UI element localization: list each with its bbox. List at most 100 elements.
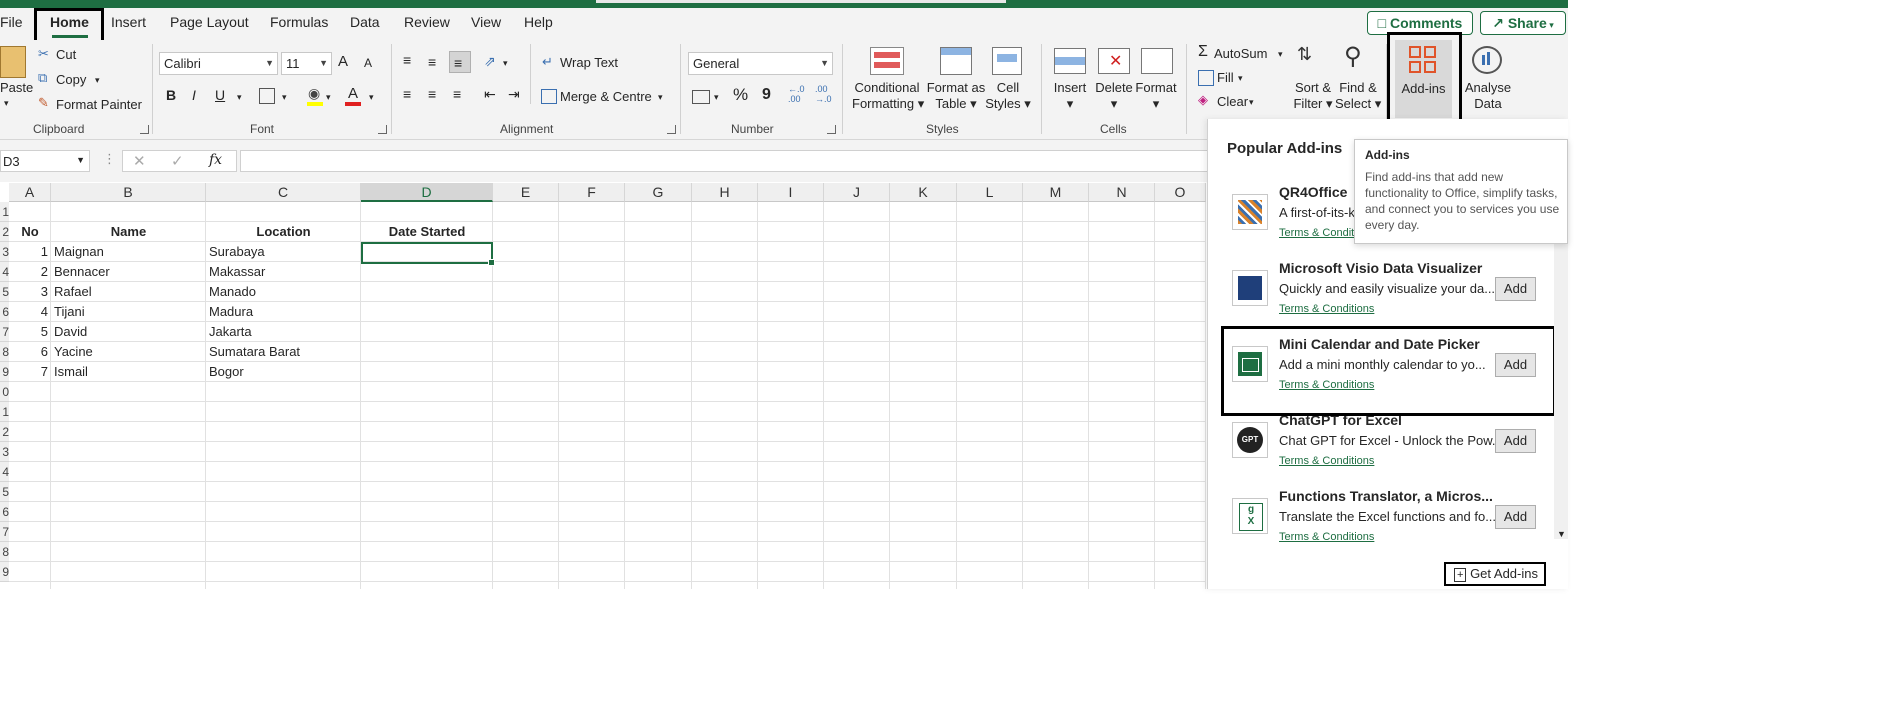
- cell-name[interactable]: Ismail: [54, 362, 203, 382]
- enter-icon[interactable]: ✓: [171, 152, 184, 170]
- decrease-indent-icon[interactable]: ⇤: [484, 86, 496, 103]
- cut-button[interactable]: Cut: [56, 47, 76, 62]
- align-middle-icon[interactable]: ≡: [428, 54, 436, 70]
- formula-input[interactable]: [240, 150, 1208, 172]
- conditional-formatting-button[interactable]: Conditional Formatting ▾: [852, 80, 924, 112]
- share-button[interactable]: ↗ Share ▾: [1480, 11, 1566, 35]
- align-bottom-button[interactable]: ≡: [449, 51, 471, 73]
- accounting-icon[interactable]: [692, 90, 710, 104]
- cell-name[interactable]: Rafael: [54, 282, 203, 302]
- row-header[interactable]: 5: [0, 482, 9, 502]
- column-header-l[interactable]: L: [957, 183, 1023, 202]
- column-header-i[interactable]: I: [758, 183, 824, 202]
- tab-help[interactable]: Help: [524, 14, 553, 30]
- clipboard-launcher-icon[interactable]: [140, 125, 149, 134]
- format-painter-button[interactable]: Format Painter: [56, 97, 142, 112]
- column-header-a[interactable]: A: [9, 183, 51, 202]
- grow-font-icon[interactable]: A: [338, 53, 348, 70]
- row-header[interactable]: 8: [0, 542, 9, 562]
- orientation-icon[interactable]: ⇗: [484, 53, 496, 70]
- cell-location[interactable]: Bogor: [209, 362, 358, 382]
- cell-name[interactable]: Maignan: [54, 242, 203, 262]
- fill-handle[interactable]: [488, 259, 495, 266]
- align-center-icon[interactable]: ≡: [428, 86, 436, 102]
- addin-name[interactable]: Functions Translator, a Micros...: [1279, 488, 1493, 504]
- sort-filter-button[interactable]: Sort & Filter ▾: [1290, 80, 1336, 112]
- tab-file[interactable]: File: [0, 14, 23, 30]
- shrink-font-icon[interactable]: A: [364, 56, 372, 70]
- cell-name[interactable]: Bennacer: [54, 262, 203, 282]
- column-header-n[interactable]: N: [1089, 183, 1155, 202]
- borders-icon[interactable]: [259, 88, 275, 104]
- cell-location[interactable]: Sumatara Barat: [209, 342, 358, 362]
- column-header-j[interactable]: J: [824, 183, 890, 202]
- cell-no[interactable]: 6: [12, 342, 48, 362]
- addin-name[interactable]: QR4Office: [1279, 184, 1347, 200]
- font-launcher-icon[interactable]: [378, 125, 387, 134]
- cell-no[interactable]: 4: [12, 302, 48, 322]
- column-header-c[interactable]: C: [206, 183, 361, 202]
- cancel-icon[interactable]: ✕: [133, 152, 146, 170]
- row-header[interactable]: 8: [0, 342, 9, 362]
- column-header-e[interactable]: E: [493, 183, 559, 202]
- row-header[interactable]: 5: [0, 282, 9, 302]
- row-header[interactable]: 9: [0, 562, 9, 582]
- active-cell[interactable]: [361, 242, 495, 266]
- cell-no[interactable]: 5: [12, 322, 48, 342]
- column-header-k[interactable]: K: [890, 183, 957, 202]
- cell-location[interactable]: Makassar: [209, 262, 358, 282]
- add-button[interactable]: Add: [1495, 277, 1536, 301]
- more-options-icon[interactable]: ⋮: [103, 151, 116, 167]
- row-header[interactable]: 9: [0, 362, 9, 382]
- cell-no[interactable]: 7: [12, 362, 48, 382]
- row-header[interactable]: 1: [0, 202, 9, 222]
- cell-no[interactable]: 1: [12, 242, 48, 262]
- increase-indent-icon[interactable]: ⇥: [508, 86, 520, 103]
- find-select-button[interactable]: Find & Select ▾: [1335, 80, 1381, 112]
- cell-name[interactable]: Yacine: [54, 342, 203, 362]
- header-cell-date-started[interactable]: Date Started: [364, 222, 490, 242]
- format-cells-button[interactable]: Format ▾: [1134, 80, 1178, 112]
- tab-data[interactable]: Data: [350, 14, 380, 30]
- tab-page-layout[interactable]: Page Layout: [170, 14, 249, 30]
- percent-button[interactable]: %: [733, 85, 748, 105]
- cell-name[interactable]: David: [54, 322, 203, 342]
- column-header-f[interactable]: F: [559, 183, 625, 202]
- column-header-b[interactable]: B: [51, 183, 206, 202]
- column-header-m[interactable]: M: [1023, 183, 1089, 202]
- alignment-launcher-icon[interactable]: [667, 125, 676, 134]
- title-bar-search[interactable]: [596, 0, 1006, 3]
- scroll-down-icon[interactable]: ▼: [1557, 529, 1566, 539]
- column-header-o[interactable]: O: [1155, 183, 1206, 202]
- font-color-icon[interactable]: A: [348, 85, 358, 102]
- align-top-icon[interactable]: ≡: [403, 52, 411, 68]
- terms-link[interactable]: Terms & Conditions: [1279, 531, 1374, 543]
- row-header[interactable]: 0: [0, 382, 9, 402]
- worksheet-grid[interactable]: A B C D E F G H I J K L M N O 1 2 3 4 5 6 7 8 9 0 1 2 3 4 5 6 7 8 9 No Name…: [0, 183, 1206, 589]
- cell-styles-button[interactable]: Cell Styles ▾: [985, 80, 1031, 112]
- copy-button[interactable]: Copy: [56, 72, 86, 87]
- clear-button[interactable]: Clear: [1217, 94, 1248, 109]
- tab-formulas[interactable]: Formulas: [270, 14, 328, 30]
- column-header-g[interactable]: G: [625, 183, 692, 202]
- tab-insert[interactable]: Insert: [111, 14, 146, 30]
- row-header[interactable]: 4: [0, 462, 9, 482]
- cell-location[interactable]: Surabaya: [209, 242, 358, 262]
- delete-cells-button[interactable]: Delete ▾: [1092, 80, 1136, 112]
- header-cell-location[interactable]: Location: [209, 222, 358, 242]
- row-header[interactable]: 6: [0, 302, 9, 322]
- wrap-text-button[interactable]: Wrap Text: [560, 55, 618, 70]
- cell-location[interactable]: Manado: [209, 282, 358, 302]
- row-header[interactable]: 7: [0, 522, 9, 542]
- increase-decimal-icon[interactable]: ←.0.00: [788, 84, 805, 104]
- row-header[interactable]: 4: [0, 262, 9, 282]
- add-button[interactable]: Add: [1495, 505, 1536, 529]
- pane-scrollbar[interactable]: ▼: [1554, 229, 1568, 539]
- fill-color-icon[interactable]: ◉: [308, 85, 320, 102]
- row-header[interactable]: 2: [0, 422, 9, 442]
- row-header[interactable]: 7: [0, 322, 9, 342]
- cell-location[interactable]: Jakarta: [209, 322, 358, 342]
- row-header[interactable]: 2: [0, 222, 9, 242]
- cell-location[interactable]: Madura: [209, 302, 358, 322]
- font-size-select[interactable]: 11 ▼: [281, 52, 332, 75]
